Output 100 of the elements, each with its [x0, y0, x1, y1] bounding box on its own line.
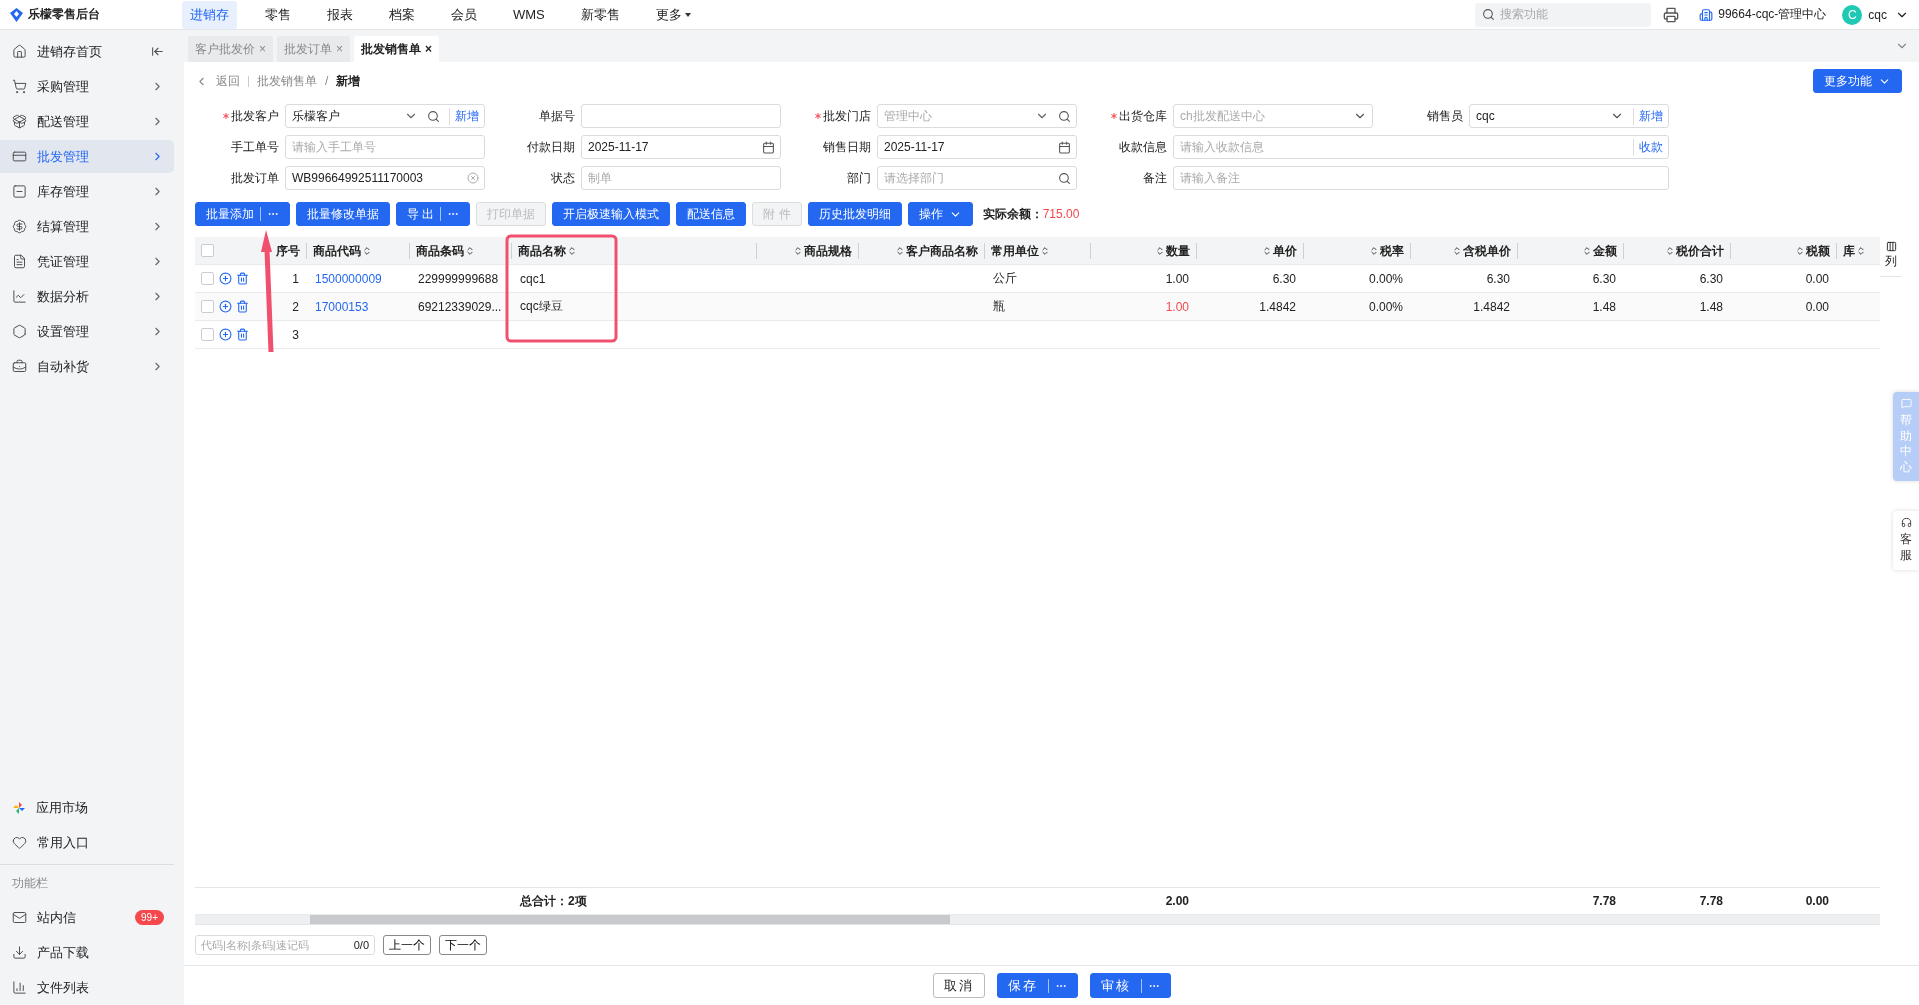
toolbar-button[interactable]: 配送信息 [676, 202, 747, 226]
nav-link[interactable]: 会员 [443, 0, 485, 29]
sidebar-item[interactable]: 数据分析 [0, 280, 174, 313]
column-header[interactable]: 金额 [1518, 242, 1624, 259]
sort-icon[interactable] [895, 245, 905, 256]
delete-icon[interactable] [236, 328, 249, 341]
footer-button[interactable]: 审核 [1089, 973, 1171, 998]
sort-icon[interactable] [1856, 245, 1866, 256]
calendar-icon[interactable] [1058, 140, 1071, 154]
sort-icon[interactable] [1582, 245, 1592, 256]
sort-icon[interactable] [1665, 245, 1675, 256]
add-row-icon[interactable] [219, 328, 232, 341]
toolbar-button[interactable]: 批量修改单据 [296, 202, 390, 226]
sort-icon[interactable] [1262, 245, 1272, 256]
sort-icon[interactable] [1452, 245, 1462, 256]
search-icon[interactable] [427, 109, 440, 123]
nav-link[interactable]: 新零售 [572, 0, 628, 29]
table-cell[interactable]: 17000153 [307, 299, 410, 314]
input-field[interactable]: 2025-11-17 [581, 135, 781, 159]
column-header[interactable]: 商品规格 [757, 242, 859, 259]
printer-icon[interactable] [1663, 6, 1680, 23]
footer-button[interactable]: 取消 [932, 973, 985, 998]
next-button[interactable]: 下一个 [439, 935, 487, 955]
field-action-link[interactable]: 新增 [1633, 107, 1668, 125]
toolbar-button[interactable]: 开启极速输入模式 [552, 202, 671, 226]
calendar-icon[interactable] [762, 140, 775, 154]
search-field[interactable]: 代码|名称|条码|速记码 0/0 [195, 935, 375, 955]
sort-icon[interactable] [567, 245, 577, 256]
sidebar-link[interactable]: 应用市场 [0, 791, 174, 824]
sidebar-item[interactable]: 结算管理 [0, 210, 174, 243]
nav-link[interactable]: WMS [505, 2, 553, 27]
checkbox[interactable] [201, 272, 214, 285]
column-header[interactable]: 商品条码 [410, 242, 512, 259]
column-settings-button[interactable]: 列 [1880, 237, 1902, 277]
sidebar-link[interactable]: 文件列表 [0, 971, 174, 1004]
close-icon[interactable]: × [425, 42, 433, 56]
column-header[interactable]: 税额 [1731, 242, 1837, 259]
nav-link[interactable]: 零售 [257, 0, 299, 29]
add-row-icon[interactable] [219, 272, 232, 285]
sidebar-item[interactable]: 设置管理 [0, 315, 174, 348]
sidebar-item[interactable]: 进销存首页 [0, 35, 174, 68]
search-icon[interactable] [1058, 171, 1071, 185]
collapse-icon[interactable] [151, 45, 164, 58]
field-action-link[interactable]: 新增 [449, 107, 484, 125]
sidebar-item[interactable]: 凭证管理 [0, 245, 174, 278]
checkbox[interactable] [201, 328, 214, 341]
column-header[interactable]: 客户商品名称 [859, 242, 985, 259]
column-header[interactable]: 常用单位 [985, 242, 1091, 259]
column-header[interactable]: 税率 [1304, 242, 1411, 259]
sort-icon[interactable] [362, 245, 372, 256]
input-field[interactable]: cqc 新增 [1469, 104, 1669, 128]
footer-button[interactable]: 保存 [996, 973, 1078, 998]
toolbar-button[interactable]: 批量添加 [195, 202, 290, 226]
column-header[interactable]: 商品名称 [512, 242, 757, 259]
column-header[interactable]: 含税单价 [1411, 242, 1518, 259]
checkbox[interactable] [201, 244, 214, 257]
input-field[interactable]: 乐檬客户 新增 [285, 104, 485, 128]
sidebar-item[interactable]: 库存管理 [0, 175, 174, 208]
nav-link[interactable]: 档案 [381, 0, 423, 29]
column-header[interactable]: 商品代码 [307, 242, 410, 259]
field-action-link[interactable]: 收款 [1633, 138, 1668, 156]
sidebar-link[interactable]: 产品下载 [0, 936, 174, 969]
checkbox[interactable] [201, 300, 214, 313]
nav-link[interactable]: 更多 [647, 0, 699, 29]
input-field[interactable]: 请输入收款信息 收款 [1173, 135, 1669, 159]
sidebar-item[interactable]: 配送管理 [0, 105, 174, 138]
toolbar-button[interactable]: 导 出 [396, 202, 471, 226]
input-field[interactable] [581, 104, 781, 128]
nav-link[interactable]: 进销存 [182, 0, 237, 29]
sidebar-item[interactable]: 批发管理 [0, 140, 174, 173]
delete-icon[interactable] [236, 272, 249, 285]
toolbar-button[interactable]: 历史批发明细 [807, 202, 902, 226]
back-link[interactable]: 返回 [216, 72, 240, 90]
sidebar-link[interactable]: 常用入口 [0, 826, 174, 859]
sidebar-item[interactable]: 采购管理 [0, 70, 174, 103]
delete-icon[interactable] [236, 300, 249, 313]
clear-icon[interactable] [467, 172, 479, 184]
sort-icon[interactable] [465, 245, 475, 256]
breadcrumb-link[interactable]: 批发销售单 [257, 72, 317, 90]
previous-button[interactable]: 上一个 [383, 935, 431, 955]
column-header[interactable]: 数量 [1091, 242, 1197, 259]
sort-icon[interactable] [1795, 245, 1805, 256]
column-header[interactable]: 单价 [1197, 242, 1304, 259]
sort-icon[interactable] [1369, 245, 1379, 256]
input-field[interactable]: 2025-11-17 [877, 135, 1077, 159]
user-name[interactable]: cqc [1868, 7, 1887, 22]
sort-icon[interactable] [1040, 245, 1050, 256]
table-cell[interactable]: 1500000009 [307, 271, 410, 286]
page-tab[interactable]: 批发销售单 × [354, 36, 440, 62]
sort-icon[interactable] [793, 245, 803, 256]
org-name[interactable]: 99664-cqc-管理中心 [1718, 6, 1827, 23]
column-header[interactable]: 库 [1837, 242, 1880, 259]
sort-icon[interactable] [1155, 245, 1165, 256]
scroll-thumb[interactable] [310, 915, 950, 924]
sidebar-link[interactable]: 站内信 99+ [0, 901, 174, 934]
toolbar-button[interactable]: 操作 [907, 202, 973, 226]
search-icon[interactable] [1058, 109, 1071, 123]
column-header[interactable]: 税价合计 [1624, 242, 1731, 259]
sidebar-item[interactable]: 自动补货 [0, 350, 174, 383]
side-tab[interactable]: 客服 [1893, 511, 1919, 570]
